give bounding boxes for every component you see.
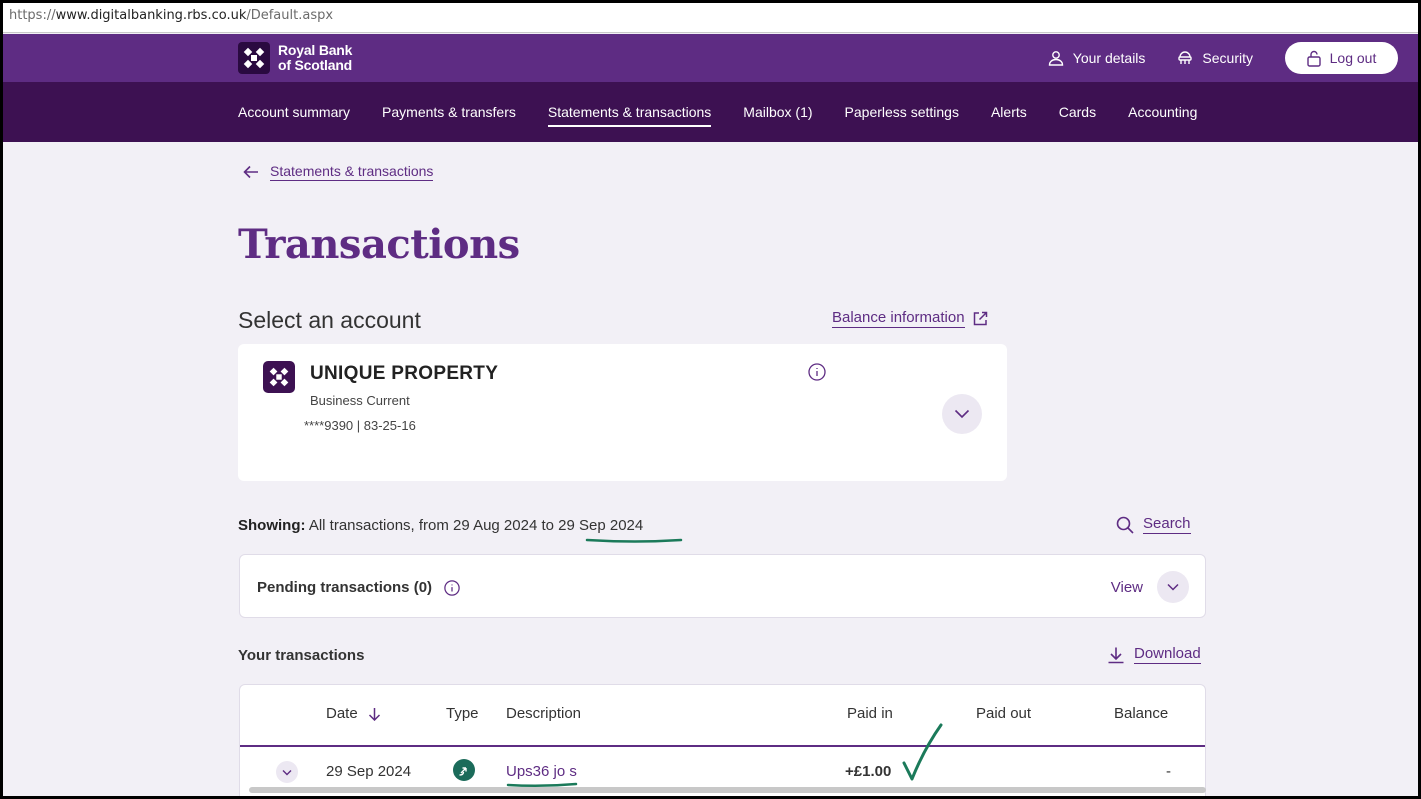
select-account-heading: Select an account <box>238 307 421 333</box>
download-icon <box>1108 647 1124 663</box>
column-date[interactable]: Date <box>326 705 381 722</box>
user-icon <box>1048 51 1063 66</box>
nav-statements-transactions[interactable]: Statements & transactions <box>547 104 712 127</box>
row-paid-in: +£1.00 <box>845 763 892 780</box>
top-header: Royal Bank of Scotland Your details Secu… <box>3 34 1418 82</box>
pending-view-button[interactable]: View <box>1111 571 1189 603</box>
pending-transactions-card: Pending transactions (0) View <box>239 554 1206 618</box>
date-range-end: 29 Sep 2024 <box>558 517 644 534</box>
column-paid-in: Paid in <box>847 705 893 722</box>
account-number: ****9390 | 83-25-16 <box>304 418 416 433</box>
logout-button[interactable]: Log out <box>1285 42 1398 74</box>
your-details-link[interactable]: Your details <box>1048 50 1145 66</box>
info-icon[interactable] <box>808 363 826 386</box>
security-icon <box>1178 51 1193 64</box>
arrow-left-icon <box>243 165 258 179</box>
date-range-summary: Showing: All transactions, from 29 Aug 2… <box>238 517 644 534</box>
annotation-checkmark <box>902 723 943 781</box>
back-link[interactable]: Statements & transactions <box>243 163 434 181</box>
address-bar[interactable]: https://www.digitalbanking.rbs.co.uk/Def… <box>3 3 1418 33</box>
external-link-icon <box>973 311 987 326</box>
row-date: 29 Sep 2024 <box>326 763 412 780</box>
your-transactions-heading: Your transactions <box>238 647 365 664</box>
annotation-underline <box>585 538 683 543</box>
column-balance: Balance <box>1114 705 1169 722</box>
row-balance: - <box>1166 763 1171 780</box>
rbs-daisy-icon <box>263 361 295 393</box>
column-description: Description <box>506 705 582 722</box>
security-link[interactable]: Security <box>1177 50 1253 66</box>
balance-information-link[interactable]: Balance information <box>832 309 988 328</box>
horizontal-scrollbar[interactable] <box>249 787 1206 793</box>
account-selector-card[interactable]: UNIQUE PROPERTY Business Current ****939… <box>238 344 1007 481</box>
chevron-down-icon <box>954 409 970 419</box>
transfer-type-icon <box>453 759 475 781</box>
chevron-down-icon <box>282 769 292 775</box>
page-title: Transactions <box>238 221 520 268</box>
transactions-table: Date Type Description Paid in Paid out B… <box>239 684 1206 796</box>
column-paid-out: Paid out <box>976 705 1032 722</box>
nav-mailbox[interactable]: Mailbox (1) <box>743 104 812 127</box>
nav-payments-transfers[interactable]: Payments & transfers <box>382 104 516 127</box>
rbs-daisy-icon <box>238 42 270 74</box>
expand-row-button[interactable] <box>276 761 298 783</box>
lock-icon <box>1306 50 1321 67</box>
row-description-link[interactable]: Ups36 jo s <box>506 763 577 780</box>
pending-transactions-label: Pending transactions (0) <box>257 579 433 596</box>
nav-paperless-settings[interactable]: Paperless settings <box>845 104 959 127</box>
search-link[interactable]: Search <box>1116 515 1191 534</box>
nav-alerts[interactable]: Alerts <box>991 104 1027 127</box>
info-icon[interactable] <box>444 579 460 596</box>
rbs-logo[interactable]: Royal Bank of Scotland <box>238 42 352 74</box>
account-name: UNIQUE PROPERTY <box>310 363 499 384</box>
nav-cards[interactable]: Cards <box>1059 104 1096 127</box>
account-type: Business Current <box>310 393 410 408</box>
column-type: Type <box>446 705 479 722</box>
nav-account-summary[interactable]: Account summary <box>238 104 350 127</box>
download-link[interactable]: Download <box>1107 645 1201 664</box>
search-icon <box>1116 516 1134 534</box>
sort-arrow-down-icon <box>368 707 380 721</box>
logo-line-2: of Scotland <box>278 57 353 73</box>
logo-line-1: Royal Bank <box>278 42 353 58</box>
table-header: Date Type Description Paid in Paid out B… <box>240 685 1205 747</box>
chevron-down-icon <box>1167 583 1179 591</box>
account-dropdown-button[interactable] <box>942 394 982 434</box>
main-nav: Account summary Payments & transfers Sta… <box>3 82 1418 142</box>
nav-accounting[interactable]: Accounting <box>1128 104 1197 127</box>
browser-window: https://www.digitalbanking.rbs.co.uk/Def… <box>3 3 1418 796</box>
